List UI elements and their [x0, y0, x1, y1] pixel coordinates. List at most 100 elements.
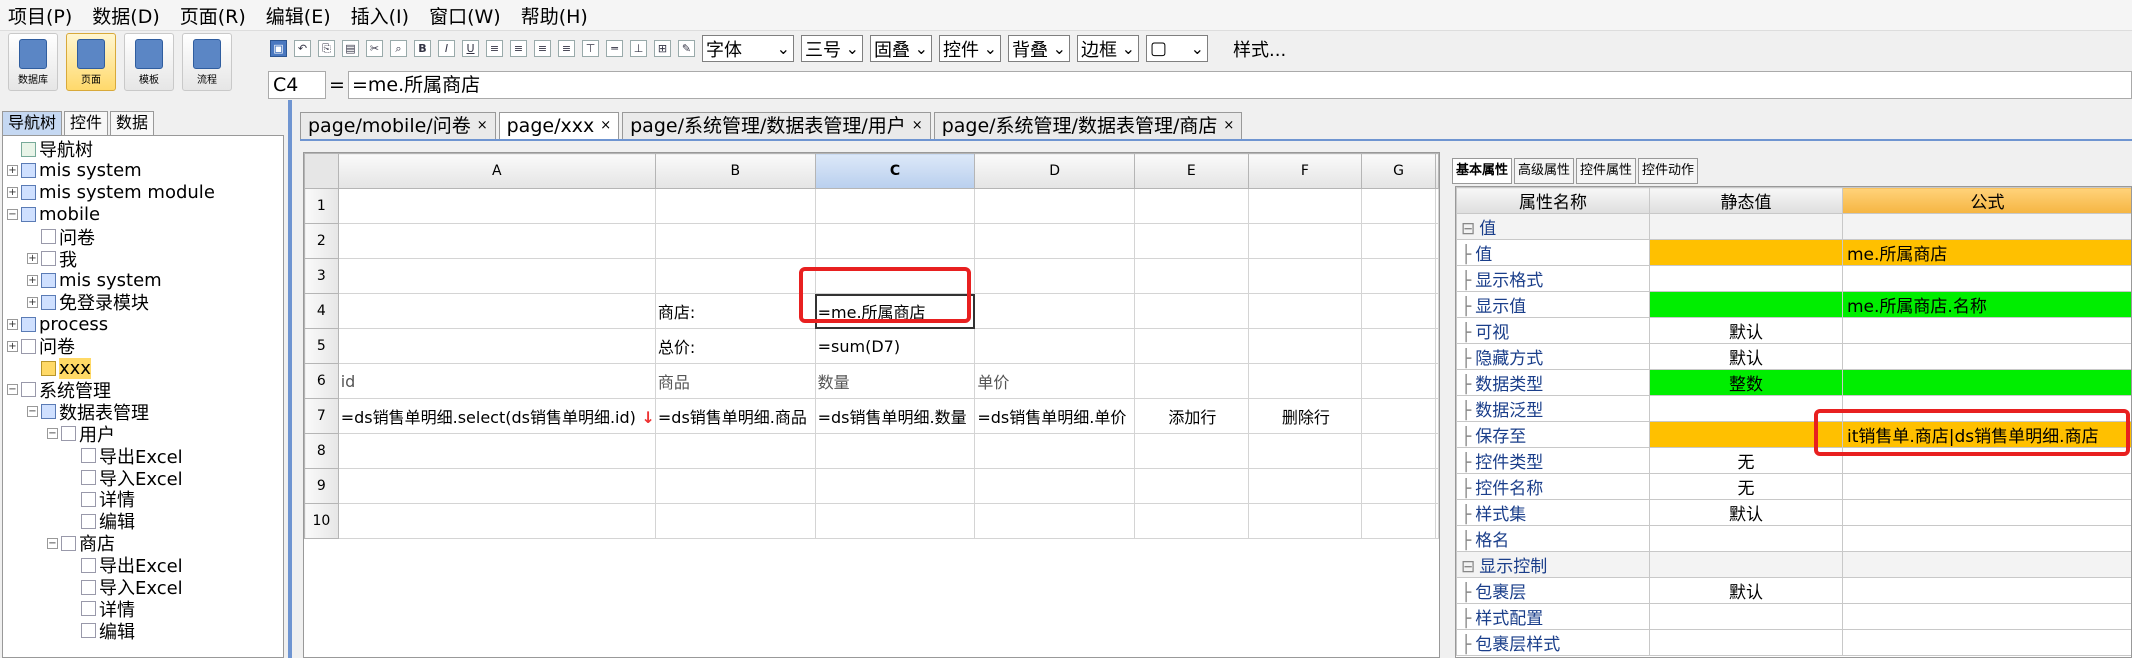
- sheet-cell[interactable]: =ds销售单明细.select(ds销售单明细.id) ↓: [337, 398, 656, 434]
- sheet-cell[interactable]: [1247, 503, 1363, 539]
- property-tab-0[interactable]: 基本属性: [1452, 158, 1513, 184]
- property-static-value[interactable]: [1649, 239, 1843, 266]
- valign-middle-icon[interactable]: ═: [606, 40, 623, 57]
- property-tab-1[interactable]: 高级属性: [1514, 158, 1575, 184]
- property-static-value[interactable]: [1649, 265, 1843, 292]
- property-row[interactable]: ⊟ 值: [1456, 213, 2131, 240]
- sheet-cell[interactable]: [1134, 223, 1249, 259]
- property-static-value[interactable]: [1649, 291, 1843, 318]
- sheet-cell[interactable]: [974, 503, 1136, 539]
- sheet-corner[interactable]: [304, 153, 339, 189]
- tree-node[interactable]: 导出Excel: [67, 554, 183, 577]
- valign-top-icon[interactable]: ⊤: [582, 40, 599, 57]
- sheet-cell[interactable]: [814, 223, 976, 259]
- layer-select[interactable]: 固叠: [870, 35, 932, 62]
- left-tab-2[interactable]: 数据: [110, 111, 155, 135]
- tree-expander-icon[interactable]: −: [47, 428, 58, 440]
- property-row[interactable]: ├ 数据类型 整数: [1456, 369, 2131, 396]
- left-tab-1[interactable]: 控件: [64, 111, 109, 135]
- row-header[interactable]: 5: [304, 328, 339, 364]
- sheet-cell[interactable]: [1435, 398, 1439, 434]
- sheet-cell[interactable]: =sum(D7): [814, 328, 976, 364]
- tree-node[interactable]: 编辑: [67, 620, 135, 643]
- sheet-cell[interactable]: [337, 328, 656, 364]
- menu-item-4[interactable]: 插入(I): [351, 2, 409, 29]
- sheet-cell[interactable]: [337, 258, 656, 294]
- sheet-cell[interactable]: [1134, 188, 1249, 224]
- row-header[interactable]: 8: [304, 433, 339, 469]
- sheet-cell[interactable]: 单价: [974, 363, 1136, 399]
- border-style-select[interactable]: ▢: [1146, 35, 1208, 62]
- italic-icon[interactable]: I: [438, 40, 455, 57]
- sheet-cell[interactable]: [1435, 188, 1439, 224]
- sheet-cell[interactable]: [1247, 468, 1363, 504]
- column-header-B[interactable]: B: [654, 153, 816, 189]
- sheet-cell[interactable]: [1361, 363, 1436, 399]
- menu-item-2[interactable]: 页面(R): [180, 2, 246, 29]
- align-center-icon[interactable]: ≡: [510, 40, 527, 57]
- property-formula-value[interactable]: [1842, 577, 2131, 604]
- format-brush-icon[interactable]: ✎: [678, 40, 695, 57]
- sheet-cell[interactable]: [1247, 328, 1363, 364]
- panel-splitter[interactable]: [288, 100, 292, 658]
- sheet-cell[interactable]: [1361, 293, 1436, 329]
- sheet-cell[interactable]: 添加行: [1134, 398, 1249, 434]
- sheet-cell[interactable]: [1361, 468, 1436, 504]
- sheet-cell[interactable]: [1134, 328, 1249, 364]
- sheet-cell[interactable]: [1435, 468, 1439, 504]
- sheet-cell[interactable]: [814, 503, 976, 539]
- sheet-cell[interactable]: =ds销售单明细.单价: [974, 398, 1136, 434]
- left-tab-0[interactable]: 导航树: [2, 111, 63, 135]
- sheet-cell[interactable]: [814, 433, 976, 469]
- bold-icon[interactable]: B: [414, 40, 431, 57]
- property-static-value[interactable]: [1649, 629, 1843, 656]
- property-formula-value[interactable]: [1842, 603, 2131, 630]
- tree-node[interactable]: 导入Excel: [67, 467, 183, 490]
- column-header-G[interactable]: G: [1361, 153, 1436, 189]
- align-left-icon[interactable]: ≡: [486, 40, 503, 57]
- sheet-cell[interactable]: =ds销售单明细.商品: [654, 398, 816, 434]
- tree-node[interactable]: + mis system module: [7, 182, 215, 204]
- tree-node[interactable]: − 数据表管理: [27, 401, 149, 424]
- sheet-cell[interactable]: [1435, 223, 1439, 259]
- group-collapse-icon[interactable]: ⊟: [1461, 219, 1475, 239]
- sheet-cell[interactable]: [654, 258, 816, 294]
- sheet-cell[interactable]: [1435, 503, 1439, 539]
- sheet-cell[interactable]: [1435, 363, 1439, 399]
- tree-node[interactable]: + 免登录模块: [27, 291, 149, 314]
- property-static-value[interactable]: 整数: [1649, 369, 1843, 396]
- tree-node[interactable]: − 用户: [47, 423, 115, 446]
- sheet-cell[interactable]: [337, 223, 656, 259]
- sheet-cell[interactable]: 总价:: [654, 328, 816, 364]
- tree-node[interactable]: 问卷: [27, 226, 95, 249]
- sheet-cell[interactable]: [654, 433, 816, 469]
- property-formula-value[interactable]: me.所属商店.名称: [1842, 291, 2131, 318]
- sheet-cell[interactable]: [1247, 258, 1363, 294]
- property-row[interactable]: ├ 包裹层样式: [1456, 629, 2131, 656]
- property-formula-value[interactable]: [1842, 499, 2131, 526]
- tree-node[interactable]: 导出Excel: [67, 445, 183, 468]
- close-icon[interactable]: ×: [600, 113, 611, 139]
- property-static-value[interactable]: 无: [1649, 473, 1843, 500]
- property-row[interactable]: ├ 可视 默认: [1456, 317, 2131, 344]
- sheet-cell[interactable]: [974, 328, 1136, 364]
- cut-icon[interactable]: ✂: [366, 40, 383, 57]
- document-tab-0[interactable]: page/mobile/问卷 ×: [300, 112, 496, 139]
- sheet-cell[interactable]: [1361, 328, 1436, 364]
- property-static-value[interactable]: 默认: [1649, 499, 1843, 526]
- property-static-value[interactable]: [1649, 603, 1843, 630]
- sheet-cell[interactable]: [974, 433, 1136, 469]
- sheet-cell[interactable]: [1247, 363, 1363, 399]
- sheet-cell[interactable]: [1247, 433, 1363, 469]
- property-static-value[interactable]: 默认: [1649, 317, 1843, 344]
- sheet-cell[interactable]: [1361, 433, 1436, 469]
- sheet-cell[interactable]: [1361, 503, 1436, 539]
- row-header[interactable]: 4: [304, 293, 339, 329]
- column-header-E[interactable]: E: [1134, 153, 1249, 189]
- undo-icon[interactable]: ↶: [294, 40, 311, 57]
- column-header-D[interactable]: D: [974, 153, 1136, 189]
- tree-expander-icon[interactable]: −: [7, 209, 18, 221]
- row-header[interactable]: 1: [304, 188, 339, 224]
- tree-node[interactable]: 导入Excel: [67, 576, 183, 599]
- property-row[interactable]: ├ 包裹层 默认: [1456, 577, 2131, 604]
